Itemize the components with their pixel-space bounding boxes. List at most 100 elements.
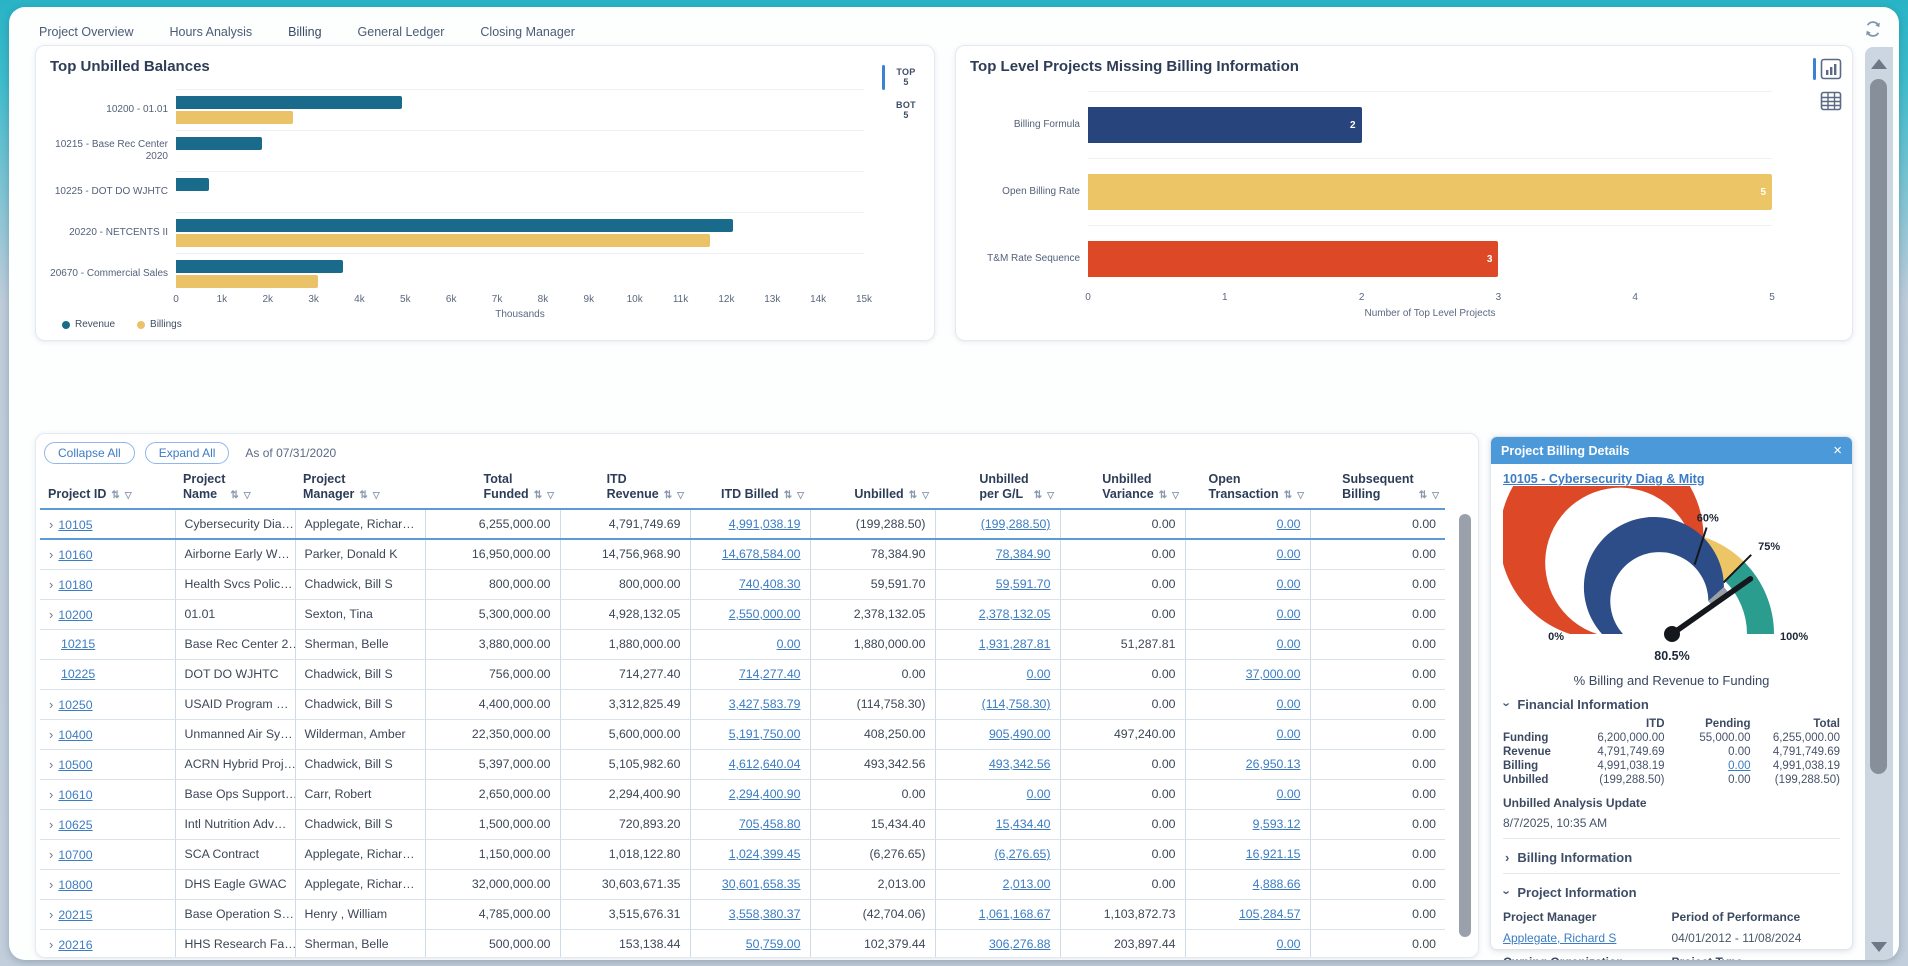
cell-itd_billed[interactable]: 30,601,658.35 <box>690 869 810 899</box>
cell-itd_billed[interactable]: 14,678,584.00 <box>690 539 810 569</box>
unbilled_gl-link[interactable]: 0.00 <box>1027 787 1051 801</box>
unbilled_gl-link[interactable]: 15,434.40 <box>996 817 1051 831</box>
cell-itd_billed[interactable]: 50,759.00 <box>690 929 810 958</box>
cell-itd_billed[interactable]: 5,191,750.00 <box>690 719 810 749</box>
missing-chart-bar[interactable]: 2 <box>1088 107 1362 143</box>
project-id-link[interactable]: 10400 <box>58 728 92 742</box>
expand-chevron-icon[interactable]: › <box>49 697 53 712</box>
unbilled_gl-link[interactable]: (6,276.65) <box>994 847 1050 861</box>
cell-project_id[interactable]: ›10105 <box>40 509 175 539</box>
unbilled_gl-link[interactable]: 905,490.00 <box>989 727 1051 741</box>
cell-project_id[interactable]: ›10180 <box>40 569 175 599</box>
cell-itd_billed[interactable]: 2,294,400.90 <box>690 779 810 809</box>
sort-icon[interactable]: ⇅ <box>1159 490 1167 502</box>
itd_billed-link[interactable]: 14,678,584.00 <box>722 547 801 561</box>
project-id-link[interactable]: 10700 <box>58 848 92 862</box>
sort-icon[interactable]: ⇅ <box>1419 490 1427 502</box>
unbilled_gl-link[interactable]: 2,378,132.05 <box>979 607 1051 621</box>
filter-icon[interactable]: ▽ <box>1297 490 1304 502</box>
filter-icon[interactable]: ▽ <box>677 490 684 502</box>
unbilled-chart-bar-revenue[interactable] <box>176 260 343 273</box>
itd_billed-link[interactable]: 2,294,400.90 <box>729 787 801 801</box>
expand-chevron-icon[interactable]: › <box>49 877 53 892</box>
cell-project_id[interactable]: › 10400 <box>40 719 175 749</box>
cell-open_transaction[interactable]: 0.00 <box>1185 719 1310 749</box>
itd_billed-link[interactable]: 50,759.00 <box>746 937 801 951</box>
tab-project-overview[interactable]: Project Overview <box>37 21 135 43</box>
cell-project_id[interactable]: 10215 <box>40 629 175 659</box>
project-info-value[interactable]: Applegate, Richard S <box>1503 930 1672 949</box>
missing-chart-bar[interactable]: 3 <box>1088 241 1498 277</box>
filter-icon[interactable]: ▽ <box>1172 490 1179 502</box>
open_transaction-link[interactable]: 9,593.12 <box>1253 817 1301 831</box>
cell-project_id[interactable]: 10225 <box>40 659 175 689</box>
filter-icon[interactable]: ▽ <box>797 490 804 502</box>
project-id-link[interactable]: 20215 <box>58 908 92 922</box>
cell-project_id[interactable]: ›10250 <box>40 689 175 719</box>
sort-icon[interactable]: ⇅ <box>230 490 238 502</box>
expand-chevron-icon[interactable]: › <box>49 817 53 832</box>
cell-unbilled_gl[interactable]: 2,013.00 <box>935 869 1060 899</box>
table-scrollbar-thumb[interactable] <box>1459 514 1471 937</box>
unbilled_gl-link[interactable]: (199,288.50) <box>981 517 1051 531</box>
itd_billed-link[interactable]: 705,458.80 <box>739 817 801 831</box>
cell-open_transaction[interactable]: 37,000.00 <box>1185 659 1310 689</box>
cell-itd_billed[interactable]: 740,408.30 <box>690 569 810 599</box>
cell-open_transaction[interactable]: 16,921.15 <box>1185 839 1310 869</box>
sort-icon[interactable]: ⇅ <box>664 490 672 502</box>
project-id-link[interactable]: 20216 <box>58 938 92 952</box>
cell-project_id[interactable]: ›10700 <box>40 839 175 869</box>
itd_billed-link[interactable]: 2,550,000.00 <box>729 607 801 621</box>
open_transaction-link[interactable]: 0.00 <box>1277 547 1301 561</box>
toggle-option-top5[interactable]: TOP 5 <box>884 62 928 95</box>
table-scrollbar[interactable] <box>1459 512 1471 951</box>
project-manager-link[interactable]: Applegate, Richard S <box>1503 931 1616 945</box>
expand-all-button[interactable]: Expand All <box>145 442 230 464</box>
project-id-link[interactable]: 10610 <box>58 788 92 802</box>
filter-icon[interactable]: ▽ <box>547 490 554 502</box>
open_transaction-link[interactable]: 0.00 <box>1277 637 1301 651</box>
unbilled-chart-bar-billings[interactable] <box>176 275 318 288</box>
page-scrollbar-thumb[interactable] <box>1870 79 1887 774</box>
missing-chart-bar[interactable]: 5 <box>1088 174 1772 210</box>
table-view-icon[interactable] <box>1820 90 1842 112</box>
open_transaction-link[interactable]: 0.00 <box>1277 517 1301 531</box>
open_transaction-link[interactable]: 0.00 <box>1277 697 1301 711</box>
sort-icon[interactable]: ⇅ <box>111 490 119 502</box>
cell-open_transaction[interactable]: 4,888.66 <box>1185 869 1310 899</box>
toggle-option-bot5[interactable]: BOT 5 <box>884 95 928 128</box>
expand-chevron-icon[interactable]: › <box>49 547 53 562</box>
cell-itd_billed[interactable]: 4,991,038.19 <box>690 509 810 539</box>
cell-unbilled_gl[interactable]: 59,591.70 <box>935 569 1060 599</box>
sort-icon[interactable]: ⇅ <box>1034 490 1042 502</box>
scroll-down-arrow-icon[interactable] <box>1871 942 1887 952</box>
financial-pending-value[interactable]: 0.00 <box>1665 760 1751 772</box>
unbilled_gl-link[interactable]: 59,591.70 <box>996 577 1051 591</box>
project-id-link[interactable]: 10215 <box>61 637 95 651</box>
cell-itd_billed[interactable]: 0.00 <box>690 629 810 659</box>
open_transaction-link[interactable]: 0.00 <box>1277 607 1301 621</box>
cell-unbilled_gl[interactable]: 2,378,132.05 <box>935 599 1060 629</box>
cell-itd_billed[interactable]: 4,612,640.04 <box>690 749 810 779</box>
chart-view-icon[interactable] <box>1820 58 1842 80</box>
open_transaction-link[interactable]: 37,000.00 <box>1246 667 1301 681</box>
expand-chevron-icon[interactable]: › <box>49 727 53 742</box>
cell-project_id[interactable]: ›20215 <box>40 899 175 929</box>
cell-unbilled_gl[interactable]: 306,276.88 <box>935 929 1060 958</box>
cell-open_transaction[interactable]: 0.00 <box>1185 689 1310 719</box>
billing-information-section-header[interactable]: › Billing Information <box>1503 841 1840 871</box>
unbilled_gl-link[interactable]: 1,061,168.67 <box>979 907 1051 921</box>
tab-general-ledger[interactable]: General Ledger <box>356 21 447 43</box>
itd_billed-link[interactable]: 740,408.30 <box>739 577 801 591</box>
cell-unbilled_gl[interactable]: 1,931,287.81 <box>935 629 1060 659</box>
expand-chevron-icon[interactable]: › <box>49 607 53 622</box>
filter-icon[interactable]: ▽ <box>922 490 929 502</box>
cell-unbilled_gl[interactable]: 15,434.40 <box>935 809 1060 839</box>
itd_billed-link[interactable]: 4,612,640.04 <box>729 757 801 771</box>
open_transaction-link[interactable]: 0.00 <box>1277 937 1301 951</box>
project-id-link[interactable]: 10180 <box>58 578 92 592</box>
cell-unbilled_gl[interactable]: 1,061,168.67 <box>935 899 1060 929</box>
open_transaction-link[interactable]: 105,284.57 <box>1239 907 1301 921</box>
cell-project_id[interactable]: ›10500 <box>40 749 175 779</box>
open_transaction-link[interactable]: 26,950.13 <box>1246 757 1301 771</box>
